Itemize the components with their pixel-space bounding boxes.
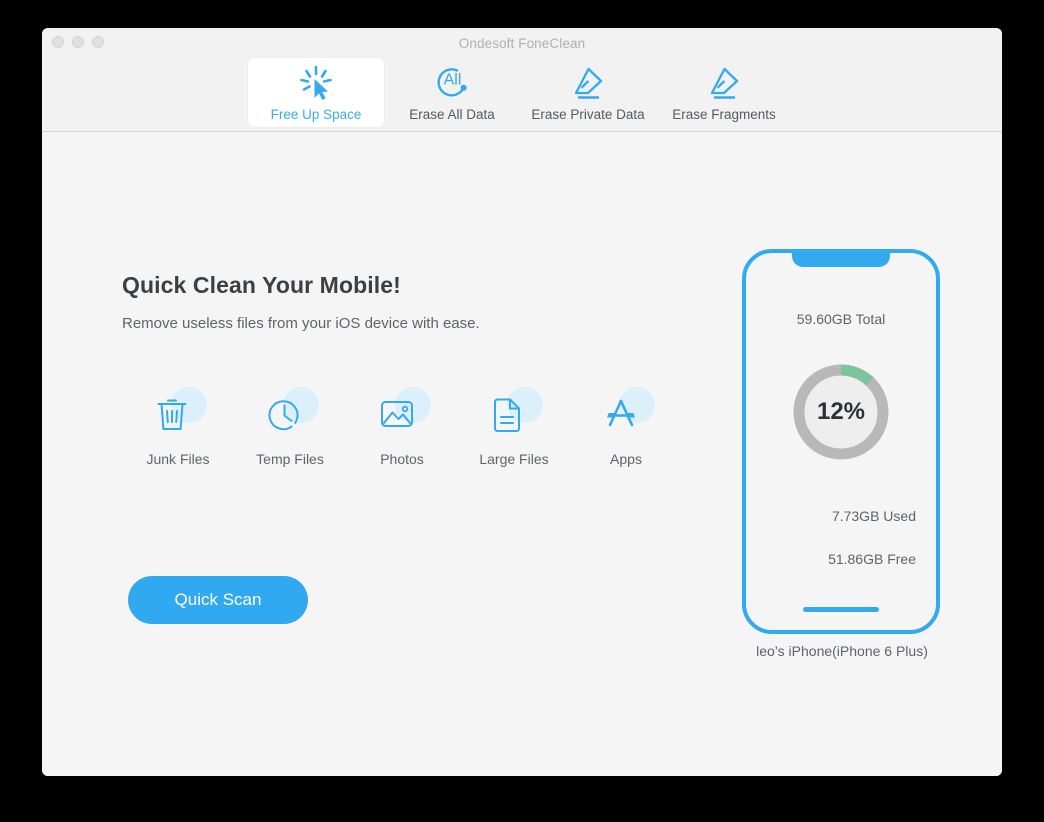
- phone-notch: [792, 252, 890, 267]
- photo-icon: [381, 401, 413, 427]
- tab-erase-all-data[interactable]: All Erase All Data: [384, 58, 520, 127]
- feature-label: Apps: [610, 451, 642, 467]
- tab-erase-fragments[interactable]: Erase Fragments: [656, 58, 792, 127]
- appstore-icon: [607, 399, 635, 427]
- feature-label: Temp Files: [256, 451, 324, 467]
- feature-temp-files[interactable]: Temp Files: [234, 387, 346, 467]
- storage-percent-label: 12%: [816, 398, 866, 425]
- clock-icon: [268, 400, 299, 431]
- device-illustration: 59.60GB Total 12% 7.73GB Used 51.86GB Fr…: [742, 249, 940, 634]
- feature-photos[interactable]: Photos: [346, 387, 458, 467]
- tab-erase-private-data[interactable]: Erase Private Data: [520, 58, 656, 127]
- window-title: Ondesoft FoneClean: [458, 36, 586, 51]
- feature-icon-wrap: [147, 387, 209, 439]
- tab-label: Erase Fragments: [672, 107, 776, 122]
- feature-label: Junk Files: [146, 451, 210, 467]
- tab-free-up-space[interactable]: Free Up Space: [248, 58, 384, 127]
- tab-bar: Free Up Space All Erase All Data Erase P…: [248, 58, 792, 127]
- feature-icon-wrap: [483, 387, 545, 439]
- feature-icon-wrap: [595, 387, 657, 439]
- document-icon: [494, 398, 520, 432]
- cursor-click-icon: [296, 64, 336, 102]
- storage-total-label: 59.60GB Total: [796, 311, 886, 327]
- feature-icon-wrap: [371, 387, 433, 439]
- quick-scan-button[interactable]: Quick Scan: [128, 576, 308, 624]
- feature-icon-wrap: [259, 387, 321, 439]
- svg-text:All: All: [444, 72, 462, 89]
- phone-home-indicator: [803, 607, 879, 612]
- application-window: Ondesoft FoneClean Free Up Space All Era…: [42, 28, 1002, 776]
- device-name-label: leo’s iPhone(iPhone 6 Plus): [756, 643, 928, 659]
- feature-label: Photos: [380, 451, 424, 467]
- trash-icon: [157, 399, 187, 430]
- feature-junk-files[interactable]: Junk Files: [122, 387, 234, 467]
- feature-apps[interactable]: Apps: [570, 387, 682, 467]
- storage-free-label: 51.86GB Free: [828, 551, 916, 567]
- storage-donut-chart: 12%: [787, 358, 895, 466]
- titlebar-toolbar: Ondesoft FoneClean Free Up Space All Era…: [42, 28, 1002, 132]
- eraser-icon: [568, 64, 608, 102]
- page-title: Quick Clean Your Mobile!: [122, 272, 401, 298]
- feature-list: Junk Files Temp Files Photos Large Files…: [122, 387, 682, 467]
- all-circle-icon: All: [432, 64, 472, 102]
- eraser-icon: [704, 64, 744, 102]
- tab-label: Free Up Space: [270, 107, 362, 122]
- feature-large-files[interactable]: Large Files: [458, 387, 570, 467]
- tab-label: Erase All Data: [409, 107, 495, 122]
- feature-label: Large Files: [479, 451, 549, 467]
- page-subtitle: Remove useless files from your iOS devic…: [122, 315, 480, 332]
- main-content: Quick Clean Your Mobile! Remove useless …: [42, 132, 1002, 776]
- storage-used-label: 7.73GB Used: [831, 508, 916, 524]
- tab-label: Erase Private Data: [531, 107, 645, 122]
